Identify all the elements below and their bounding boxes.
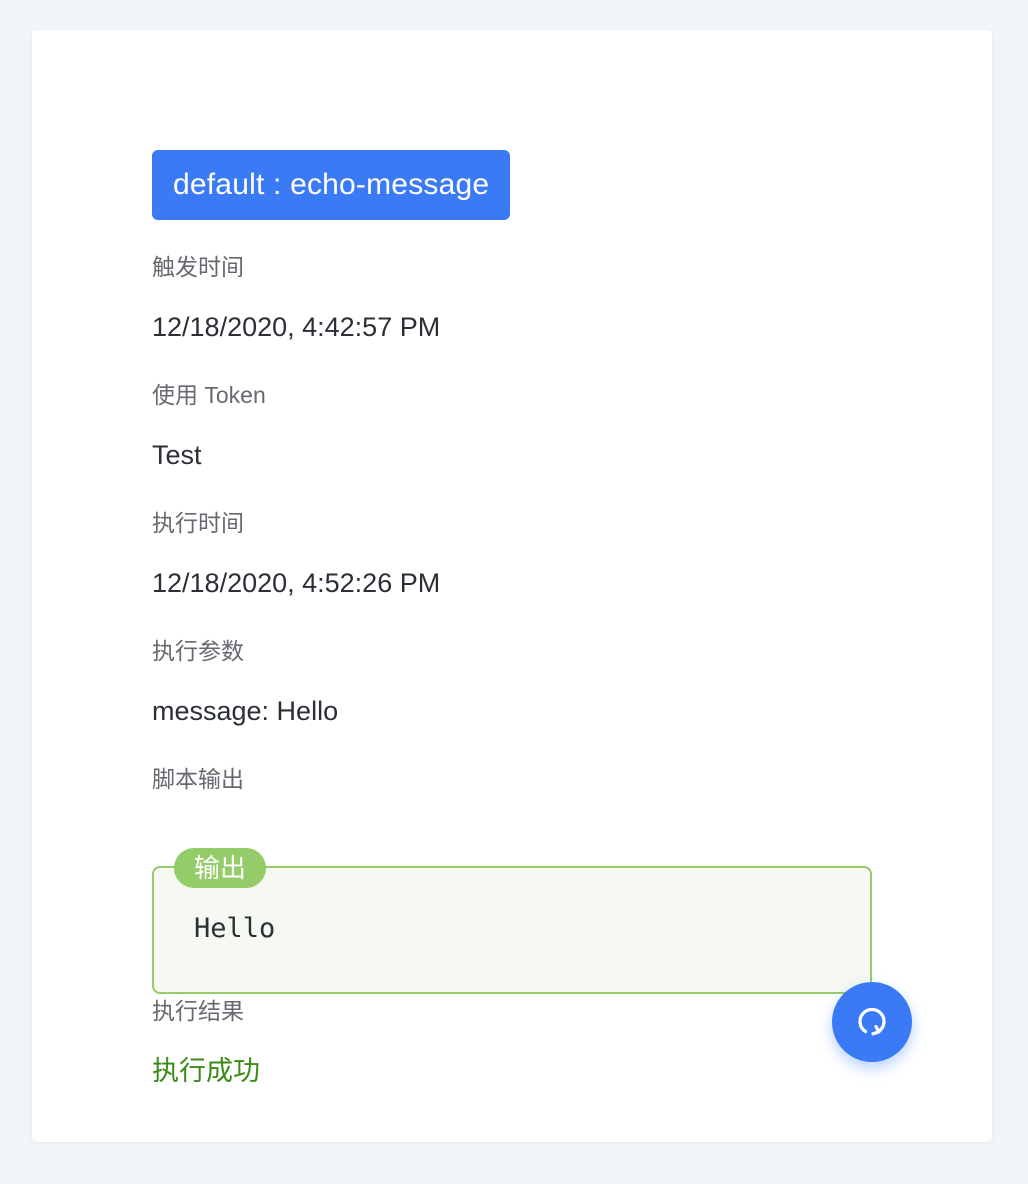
token-label: 使用 Token <box>152 382 266 408</box>
detail-card: default : echo-message 触发时间 12/18/2020, … <box>32 30 992 1142</box>
output-text: Hello <box>194 913 276 944</box>
refresh-icon <box>858 1007 886 1036</box>
output-panel: 输出 Hello <box>152 848 872 994</box>
exec-time-label: 执行时间 <box>152 510 244 536</box>
output-badge: 输出 <box>174 848 267 888</box>
result-label: 执行结果 <box>152 998 244 1024</box>
exec-time-value: 12/18/2020, 4:52:26 PM <box>152 568 441 598</box>
detail-content: default : echo-message 触发时间 12/18/2020, … <box>152 150 872 1086</box>
script-output-label: 脚本输出 <box>152 766 244 792</box>
token-value: Test <box>152 440 202 470</box>
result-status: 执行成功 <box>152 1056 260 1086</box>
params-label: 执行参数 <box>152 638 244 664</box>
params-value: message: Hello <box>152 696 339 726</box>
trigger-time-label: 触发时间 <box>152 254 244 280</box>
job-tag: default : echo-message <box>152 150 511 220</box>
trigger-time-value: 12/18/2020, 4:42:57 PM <box>152 312 441 342</box>
refresh-button[interactable] <box>832 982 912 1062</box>
